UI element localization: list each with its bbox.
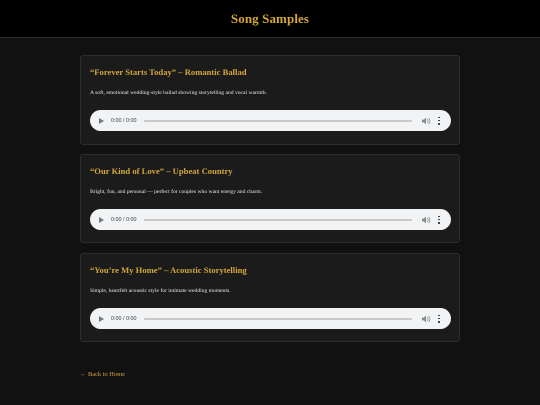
song-description: Simple, heartfelt acoustic style for int… [90,288,231,294]
song-title: “Forever Starts Today” – Romantic Ballad [90,67,247,77]
song-description: A soft, emotional wedding-style ballad s… [90,90,267,96]
vertical-dots-menu-icon[interactable] [437,116,440,125]
time-display: 0:00 / 0:00 [111,315,137,322]
song-description: Bright, fun, and personal — perfect for … [90,189,263,195]
audio-progress-bar[interactable] [144,119,413,122]
audio-player[interactable]: 0:00 / 0:00 [90,209,451,230]
volume-icon[interactable] [422,117,431,125]
song-title: “You’re My Home” – Acoustic Storytelling [90,265,247,275]
vertical-dots-menu-icon[interactable] [437,215,440,224]
back-to-home-link[interactable]: ← Back to Home [80,371,125,378]
play-icon[interactable] [99,216,104,223]
page-title: Song Samples [230,10,310,26]
vertical-dots-menu-icon[interactable] [437,314,440,323]
volume-icon[interactable] [422,216,431,224]
audio-player[interactable]: 0:00 / 0:00 [90,110,451,131]
song-title: “Our Kind of Love” – Upbeat Country [90,166,233,176]
song-sample-card: “Forever Starts Today” – Romantic Ballad… [80,55,460,145]
time-display: 0:00 / 0:00 [111,216,137,223]
audio-player[interactable]: 0:00 / 0:00 [90,308,451,329]
song-sample-card: “Our Kind of Love” – Upbeat Country Brig… [80,154,460,243]
audio-progress-bar[interactable] [144,218,413,221]
play-icon[interactable] [99,117,104,124]
play-icon[interactable] [99,315,104,322]
site-header: Song Samples [0,0,540,38]
volume-icon[interactable] [422,315,431,323]
audio-progress-bar[interactable] [144,317,413,320]
song-sample-card: “You’re My Home” – Acoustic Storytelling… [80,253,460,342]
time-display: 0:00 / 0:00 [111,117,137,124]
